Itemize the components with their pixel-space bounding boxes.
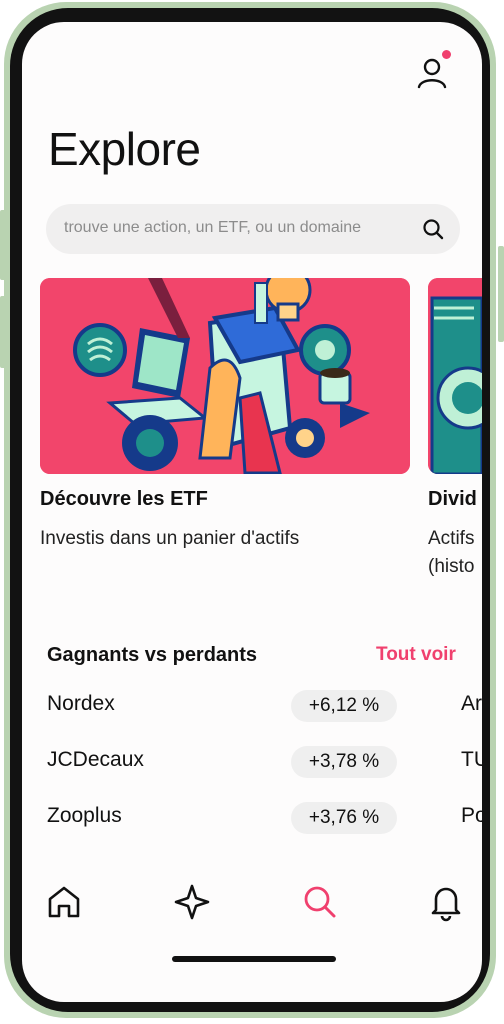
etf-illustration (40, 278, 410, 474)
card-illustration (40, 278, 410, 474)
page-title: Explore (48, 123, 201, 175)
list-item[interactable]: Nordex +6,12 % Ar (47, 690, 482, 722)
search-icon[interactable] (300, 882, 340, 922)
notification-dot (442, 50, 451, 59)
home-indicator (172, 956, 336, 962)
card-subtitle: Actifs (histo (428, 525, 482, 581)
card-subtitle-line: Actifs (428, 528, 475, 549)
bottom-nav (22, 872, 482, 932)
home-icon[interactable] (44, 882, 84, 922)
stock-name: JCDecaux (47, 748, 144, 771)
side-button (0, 296, 6, 368)
card-title: Divid (428, 488, 477, 510)
section-title: Gagnants vs perdants (47, 644, 258, 666)
profile-icon[interactable] (414, 54, 450, 90)
side-button (0, 210, 6, 280)
side-button (498, 246, 504, 342)
search-icon[interactable] (422, 218, 444, 240)
screen: Explore trouve une action, un ETF, ou un… (22, 22, 482, 1002)
stock-name-next[interactable]: Ar (461, 692, 482, 716)
stock-name: Zooplus (47, 804, 122, 827)
card-illustration (428, 278, 482, 474)
card-etf[interactable]: Découvre les ETF Investis dans un panier… (40, 278, 410, 553)
card-title: Découvre les ETF (40, 488, 208, 510)
card-subtitle-line: (histo (428, 556, 475, 577)
search-bar[interactable]: trouve une action, un ETF, ou un domaine (46, 204, 460, 254)
card-subtitle: Investis dans un panier d'actifs (40, 528, 300, 549)
list-item[interactable]: Zooplus +3,76 % Po (47, 802, 482, 834)
search-placeholder: trouve une action, un ETF, ou un domaine (64, 219, 362, 236)
stock-name-next[interactable]: Po (461, 804, 482, 828)
bell-icon[interactable] (426, 882, 466, 922)
dividend-illustration (428, 278, 482, 474)
see-all-link[interactable]: Tout voir (376, 644, 456, 666)
change-badge: +3,78 % (291, 746, 397, 778)
change-badge: +3,76 % (291, 802, 397, 834)
stock-name-next[interactable]: TU (461, 748, 482, 772)
change-badge: +6,12 % (291, 690, 397, 722)
stock-name: Nordex (47, 692, 115, 715)
card-dividend[interactable]: Divid Actifs (histo (428, 278, 482, 581)
list-item[interactable]: JCDecaux +3,78 % TU (47, 746, 482, 778)
sparkle-icon[interactable] (172, 882, 212, 922)
